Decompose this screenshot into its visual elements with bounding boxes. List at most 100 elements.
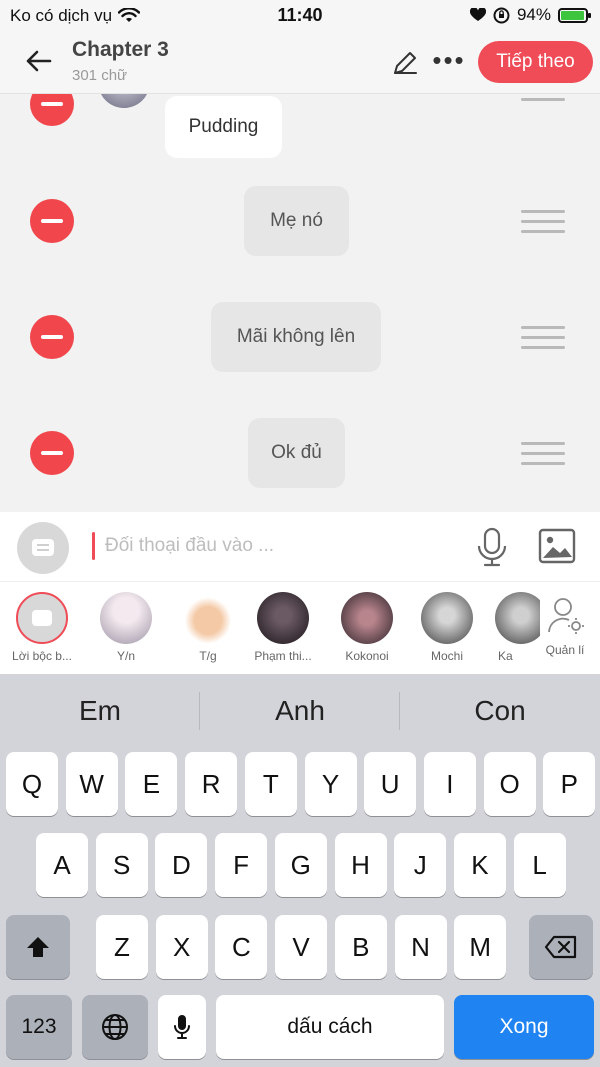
character-narration[interactable]: Lời bộc b... bbox=[0, 592, 84, 663]
key-q[interactable]: Q bbox=[6, 752, 58, 816]
text-cursor bbox=[92, 532, 95, 560]
next-button[interactable]: Tiếp theo bbox=[478, 41, 593, 83]
battery-percent: 94% bbox=[516, 5, 551, 24]
delete-icon[interactable] bbox=[30, 431, 74, 475]
key-y[interactable]: Y bbox=[304, 752, 357, 816]
key-e[interactable]: E bbox=[125, 752, 178, 816]
keyboard: Em Anh Con 123 dấu cách Xong QWERTYUIOP A… bbox=[0, 674, 600, 1067]
avatar bbox=[182, 592, 234, 644]
character-name: Y/n bbox=[116, 649, 135, 663]
delete-icon[interactable] bbox=[30, 94, 74, 126]
drag-handle-icon[interactable] bbox=[521, 326, 565, 350]
microphone-icon[interactable] bbox=[474, 526, 510, 568]
suggestion-em[interactable]: Em bbox=[0, 674, 200, 748]
key-p[interactable]: P bbox=[543, 752, 596, 816]
avatar bbox=[98, 94, 150, 108]
key-r[interactable]: R bbox=[185, 752, 238, 816]
character-bar: Lời bộc b... Y/n T/g Phạm thi... Kokonoi… bbox=[0, 582, 600, 674]
backspace-icon bbox=[544, 935, 577, 959]
heart-icon bbox=[469, 8, 486, 21]
character-pham[interactable]: Phạm thi... bbox=[241, 592, 325, 663]
manage-label: Quản lí bbox=[545, 643, 585, 657]
avatar bbox=[421, 592, 473, 644]
key-d[interactable]: D bbox=[155, 833, 208, 897]
narration-toggle-button[interactable] bbox=[17, 522, 69, 574]
key-x[interactable]: X bbox=[155, 915, 208, 979]
suggestion-anh[interactable]: Anh bbox=[200, 674, 400, 748]
battery-fill bbox=[561, 10, 584, 20]
key-k[interactable]: K bbox=[453, 833, 506, 897]
shift-key[interactable] bbox=[6, 915, 70, 979]
character-tg[interactable]: T/g bbox=[166, 592, 250, 663]
key-s[interactable]: S bbox=[95, 833, 148, 897]
key-n[interactable]: N bbox=[394, 915, 447, 979]
backspace-key[interactable] bbox=[529, 915, 593, 979]
drag-handle-icon[interactable] bbox=[521, 442, 565, 466]
character-kokonoi[interactable]: Kokonoi bbox=[325, 592, 409, 663]
character-ka[interactable]: Ka bbox=[470, 592, 540, 663]
key-g[interactable]: G bbox=[274, 833, 327, 897]
character-name: Lời bộc b... bbox=[12, 649, 72, 663]
key-w[interactable]: W bbox=[65, 752, 118, 816]
top-bar: Chapter 3 301 chữ ••• Tiếp theo bbox=[0, 32, 600, 94]
key-j[interactable]: J bbox=[394, 833, 447, 897]
dialogue-input[interactable]: Đối thoại đầu vào ... bbox=[105, 535, 274, 557]
numbers-key[interactable]: 123 bbox=[6, 995, 72, 1059]
input-bar: Đối thoại đầu vào ... bbox=[0, 512, 600, 582]
user-settings-icon bbox=[548, 598, 584, 634]
orientation-lock-icon bbox=[493, 7, 510, 23]
dialogue-bubble[interactable]: Pudding bbox=[165, 96, 282, 158]
globe-icon bbox=[102, 1014, 128, 1040]
key-z[interactable]: Z bbox=[96, 915, 148, 979]
key-c[interactable]: C bbox=[215, 915, 268, 979]
edit-pencil-icon[interactable] bbox=[390, 48, 420, 78]
key-m[interactable]: M bbox=[454, 915, 507, 979]
key-v[interactable]: V bbox=[275, 915, 328, 979]
dictation-key[interactable] bbox=[158, 995, 206, 1059]
key-i[interactable]: I bbox=[423, 752, 476, 816]
character-yn[interactable]: Y/n bbox=[84, 592, 168, 663]
avatar bbox=[16, 592, 68, 644]
image-icon[interactable] bbox=[538, 528, 576, 564]
more-options-button[interactable]: ••• bbox=[432, 47, 466, 74]
avatar bbox=[100, 592, 152, 644]
character-name: Phạm thi... bbox=[254, 649, 312, 663]
avatar bbox=[341, 592, 393, 644]
space-key[interactable]: dấu cách bbox=[216, 995, 444, 1059]
key-f[interactable]: F bbox=[215, 833, 268, 897]
character-name: Ka bbox=[498, 649, 513, 663]
manage-characters-button[interactable]: Quản lí bbox=[538, 596, 592, 657]
dialogue-row: Mẹ nó bbox=[0, 182, 600, 262]
key-h[interactable]: H bbox=[334, 833, 387, 897]
drag-handle-icon[interactable] bbox=[521, 94, 565, 112]
status-bar: Ko có dịch vụ 11:40 94% bbox=[0, 0, 600, 32]
shift-icon bbox=[27, 937, 49, 957]
microphone-icon bbox=[174, 1015, 190, 1039]
done-key[interactable]: Xong bbox=[454, 995, 594, 1059]
key-u[interactable]: U bbox=[364, 752, 417, 816]
dialogue-bubble[interactable]: Mãi không lên bbox=[211, 302, 381, 372]
avatar bbox=[257, 592, 309, 644]
key-t[interactable]: T bbox=[244, 752, 297, 816]
back-arrow-icon[interactable] bbox=[22, 44, 56, 78]
battery-icon bbox=[558, 7, 591, 23]
suggestion-con[interactable]: Con bbox=[400, 674, 600, 748]
dialogue-row: Mãi không lên bbox=[0, 298, 600, 378]
key-l[interactable]: L bbox=[513, 833, 566, 897]
key-a[interactable]: A bbox=[36, 833, 88, 897]
drag-handle-icon[interactable] bbox=[521, 210, 565, 234]
key-o[interactable]: O bbox=[483, 752, 536, 816]
globe-key[interactable] bbox=[82, 995, 148, 1059]
delete-icon[interactable] bbox=[30, 199, 74, 243]
key-b[interactable]: B bbox=[334, 915, 387, 979]
avatar bbox=[495, 592, 540, 644]
dialogue-bubble[interactable]: Mẹ nó bbox=[244, 186, 349, 256]
delete-icon[interactable] bbox=[30, 315, 74, 359]
character-name: Kokonoi bbox=[345, 649, 389, 663]
chapter-title: Chapter 3 bbox=[72, 38, 169, 61]
chat-bubble-icon bbox=[32, 539, 54, 556]
word-count: 301 chữ bbox=[72, 67, 128, 84]
dialogue-bubble[interactable]: Ok đủ bbox=[248, 418, 345, 488]
dialogue-list: Pudding Mẹ nó Mãi không lên Ok đủ bbox=[0, 94, 600, 512]
dialogue-row: Pudding bbox=[0, 94, 600, 164]
